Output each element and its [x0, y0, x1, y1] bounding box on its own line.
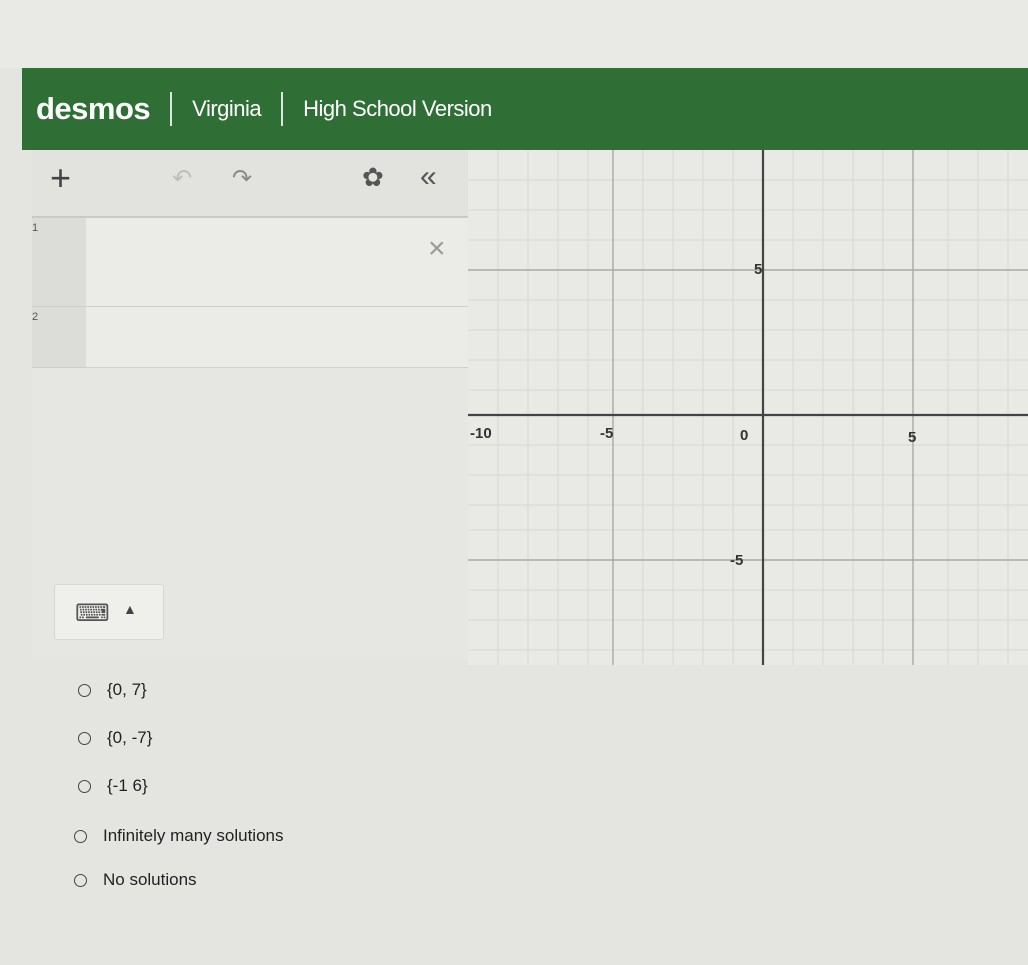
- x-tick-label: -10: [470, 425, 492, 442]
- expression-row[interactable]: 2: [32, 307, 468, 368]
- expression-toolbar: + ↶ ↷ ✿ «: [32, 150, 468, 218]
- graph-paper[interactable]: -10 -5 0 5 5 -5: [468, 150, 1028, 665]
- choice-label: Infinitely many solutions: [103, 826, 284, 845]
- expression-row[interactable]: 1 ×: [32, 218, 468, 307]
- choice-label: {0, -7}: [107, 728, 153, 747]
- radio-button[interactable]: [74, 829, 87, 843]
- undo-icon[interactable]: ↶: [172, 164, 192, 193]
- close-icon[interactable]: ×: [428, 232, 446, 266]
- radio-button[interactable]: [78, 683, 91, 697]
- expression-index: 2: [32, 307, 86, 367]
- radio-button[interactable]: [78, 779, 91, 793]
- redo-icon[interactable]: ↷: [232, 164, 252, 193]
- caret-up-icon: ▲: [123, 601, 137, 617]
- desmos-header: desmos Virginia High School Version: [22, 68, 1028, 150]
- keyboard-toggle-button[interactable]: ⌨ ▲: [54, 584, 164, 640]
- browser-top-strip: [0, 0, 1028, 68]
- choice-label: No solutions: [103, 870, 197, 889]
- plus-icon[interactable]: +: [50, 158, 71, 198]
- header-separator: [170, 92, 173, 126]
- double-chevron-left-icon[interactable]: «: [420, 160, 437, 194]
- answer-choice[interactable]: {-1 6}: [78, 776, 148, 796]
- gear-icon[interactable]: ✿: [362, 162, 384, 193]
- keyboard-icon: ⌨: [75, 600, 110, 627]
- choice-label: {0, 7}: [107, 680, 147, 699]
- radio-button[interactable]: [74, 873, 87, 887]
- header-version: High School Version: [303, 96, 492, 121]
- x-tick-label: 0: [740, 427, 748, 444]
- header-separator: [281, 92, 284, 126]
- answer-choice[interactable]: Infinitely many solutions: [74, 826, 283, 846]
- radio-button[interactable]: [78, 731, 91, 745]
- y-tick-label: -5: [730, 552, 743, 569]
- answer-choice[interactable]: {0, 7}: [78, 680, 147, 700]
- header-region: Virginia: [192, 96, 262, 121]
- answer-choice[interactable]: {0, -7}: [78, 728, 152, 748]
- y-tick-label: 5: [754, 261, 762, 278]
- answer-choice[interactable]: No solutions: [74, 870, 197, 890]
- expression-panel: + ↶ ↷ ✿ « 1 × 2 ⌨ ▲: [32, 150, 468, 660]
- graph-svg: -10 -5 0 5 5 -5: [468, 150, 1028, 665]
- x-tick-label: -5: [600, 425, 613, 442]
- expression-index: 1: [32, 218, 86, 306]
- desmos-logo: desmos: [36, 91, 151, 126]
- choice-label: {-1 6}: [107, 776, 148, 795]
- x-tick-label: 5: [908, 429, 916, 446]
